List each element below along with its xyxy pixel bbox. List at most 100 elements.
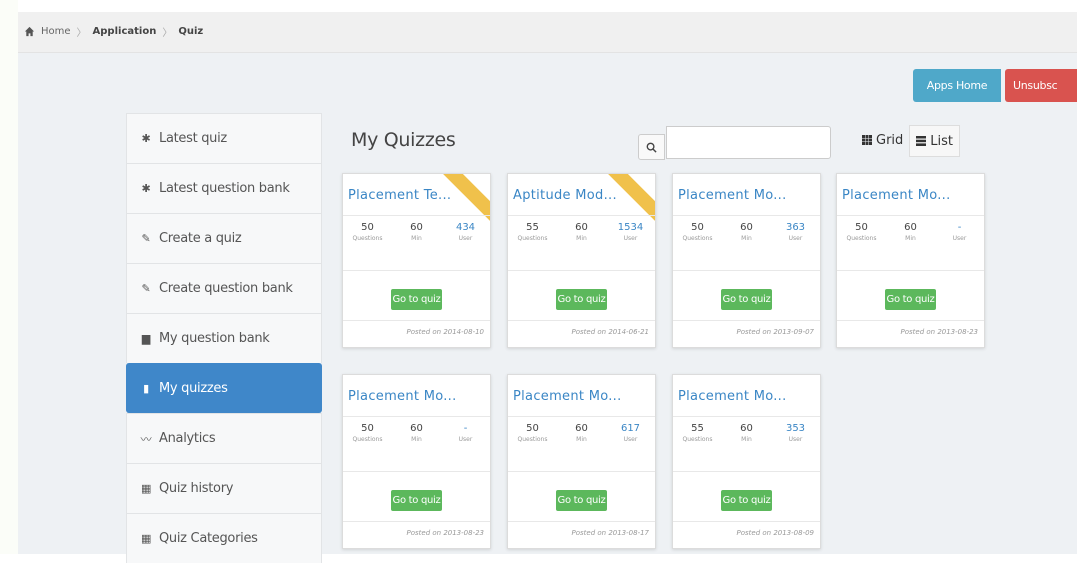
divider (673, 471, 820, 472)
quiz-title[interactable]: Aptitude Mod... (513, 188, 617, 203)
sidebar-item[interactable]: ✱ Latest quiz (126, 113, 322, 163)
quiz-card: Placement Mo... 50 Questions 60 Min - User Go t… (342, 374, 491, 549)
star-icon: ✱ (141, 182, 151, 195)
go-to-quiz-button[interactable]: Go to quiz (556, 289, 607, 310)
users-count: - (463, 423, 468, 434)
sidebar-item[interactable]: ▦ Quiz history (126, 463, 322, 513)
minutes-label: Min (905, 235, 916, 242)
quiz-card: Placement Mo... 55 Questions 60 Min 353 User Go… (672, 374, 821, 549)
sidebar-item-label: My question bank (159, 331, 270, 346)
history-icon: ▦ (140, 482, 152, 495)
go-to-quiz-button[interactable]: Go to quiz (721, 490, 772, 511)
posted-date: Posted on 2014-06-21 (571, 328, 650, 336)
sidebar-item[interactable]: ✎ Create a quiz (126, 213, 322, 263)
go-to-quiz-button[interactable]: Go to quiz (556, 490, 607, 511)
sidebar-item[interactable]: ▆ My question bank (126, 313, 322, 363)
divider (508, 320, 655, 321)
breadcrumb-application[interactable]: Application (93, 26, 157, 37)
sidebar-item[interactable]: ✎ Create question bank (126, 263, 322, 313)
quiz-title[interactable]: Placement Mo... (678, 188, 787, 203)
stat-questions: 55 Questions (673, 423, 722, 445)
quiz-stats: 50 Questions 60 Min 617 User (508, 423, 655, 445)
sidebar-item-label: My quizzes (159, 381, 228, 396)
quiz-title[interactable]: Placement Mo... (348, 389, 457, 404)
posted-date: Posted on 2013-09-07 (736, 328, 815, 336)
stat-min: 60 Min (722, 222, 771, 244)
minutes-label: Min (741, 436, 752, 443)
stat-min: 60 Min (557, 423, 606, 445)
quiz-card: Placement Mo... 50 Questions 60 Min 363 User Go… (672, 173, 821, 348)
sidebar-item-label: Analytics (159, 431, 216, 446)
page-title: My Quizzes (351, 129, 456, 151)
minutes-count: 60 (740, 423, 753, 434)
go-to-quiz-button[interactable]: Go to quiz (721, 289, 772, 310)
stat-questions: 55 Questions (508, 222, 557, 244)
sidebar-item[interactable]: ▮ My quizzes (126, 363, 322, 413)
stat-users: 353 User (771, 423, 820, 445)
posted-date: Posted on 2013-08-17 (571, 529, 650, 537)
quiz-title[interactable]: Placement Mo... (513, 389, 622, 404)
stat-users: 1534 User (606, 222, 655, 244)
chart-icon: 〰 (140, 432, 152, 446)
unsubscribe-button[interactable]: Unsubsc (1005, 69, 1077, 102)
posted-date: Posted on 2013-08-23 (406, 529, 485, 537)
divider (673, 320, 820, 321)
divider (343, 416, 490, 417)
view-toggle: Grid List (856, 125, 961, 157)
go-to-quiz-button[interactable]: Go to quiz (885, 289, 936, 310)
minutes-label: Min (411, 235, 422, 242)
sidebar-item-label: Quiz history (159, 481, 234, 496)
stat-questions: 50 Questions (508, 423, 557, 445)
sidebar-item[interactable]: ▦ Quiz Categories (126, 513, 322, 563)
divider (343, 471, 490, 472)
top-buttons: Apps Home Unsubsc (913, 69, 1077, 102)
divider (837, 320, 984, 321)
go-to-quiz-button[interactable]: Go to quiz (391, 289, 442, 310)
quiz-title[interactable]: Placement Mo... (842, 188, 951, 203)
breadcrumb: Home 〉 Application 〉 Quiz (24, 24, 203, 39)
breadcrumb-separator: 〉 (76, 28, 87, 39)
minutes-label: Min (576, 235, 587, 242)
sidebar-item-label: Latest question bank (159, 181, 290, 196)
minutes-label: Min (576, 436, 587, 443)
quiz-title[interactable]: Placement Mo... (678, 389, 787, 404)
questions-count: 55 (691, 423, 704, 434)
stat-min: 60 Min (886, 222, 935, 244)
search-input[interactable] (666, 126, 831, 159)
stat-min: 60 Min (722, 423, 771, 445)
divider (343, 215, 490, 216)
users-label: User (458, 235, 473, 242)
search-icon (646, 142, 657, 153)
sidebar-item-label: Latest quiz (159, 131, 227, 146)
sidebar-item[interactable]: 〰 Analytics (126, 413, 322, 463)
search-button[interactable] (638, 134, 665, 160)
divider (343, 521, 490, 522)
minutes-label: Min (741, 235, 752, 242)
questions-label: Questions (352, 235, 383, 242)
questions-count: 50 (526, 423, 539, 434)
stat-min: 60 Min (557, 222, 606, 244)
breadcrumb-home[interactable]: Home (41, 26, 71, 37)
divider (673, 270, 820, 271)
divider (673, 521, 820, 522)
divider (508, 215, 655, 216)
users-label: User (623, 436, 638, 443)
go-to-quiz-button[interactable]: Go to quiz (391, 490, 442, 511)
stat-users: 434 User (441, 222, 490, 244)
stat-min: 60 Min (392, 423, 441, 445)
users-label: User (458, 436, 473, 443)
divider (343, 320, 490, 321)
users-count: 363 (785, 222, 806, 233)
users-label: User (952, 235, 967, 242)
main-area: Apps Home Unsubsc ✱ Latest quiz ✱ Latest qu… (18, 53, 1077, 563)
quiz-card: Placement Te... 50 Questions 60 Min 434 User Go… (342, 173, 491, 348)
grid-view-button[interactable]: Grid (856, 125, 909, 155)
divider (673, 215, 820, 216)
apps-home-button[interactable]: Apps Home (913, 69, 1001, 102)
home-icon (24, 26, 35, 37)
list-view-button[interactable]: List (909, 125, 961, 157)
breadcrumb-quiz: Quiz (178, 26, 204, 37)
edit-icon: ✎ (141, 232, 151, 245)
sidebar-item[interactable]: ✱ Latest question bank (126, 163, 322, 213)
quiz-title[interactable]: Placement Te... (348, 188, 451, 203)
